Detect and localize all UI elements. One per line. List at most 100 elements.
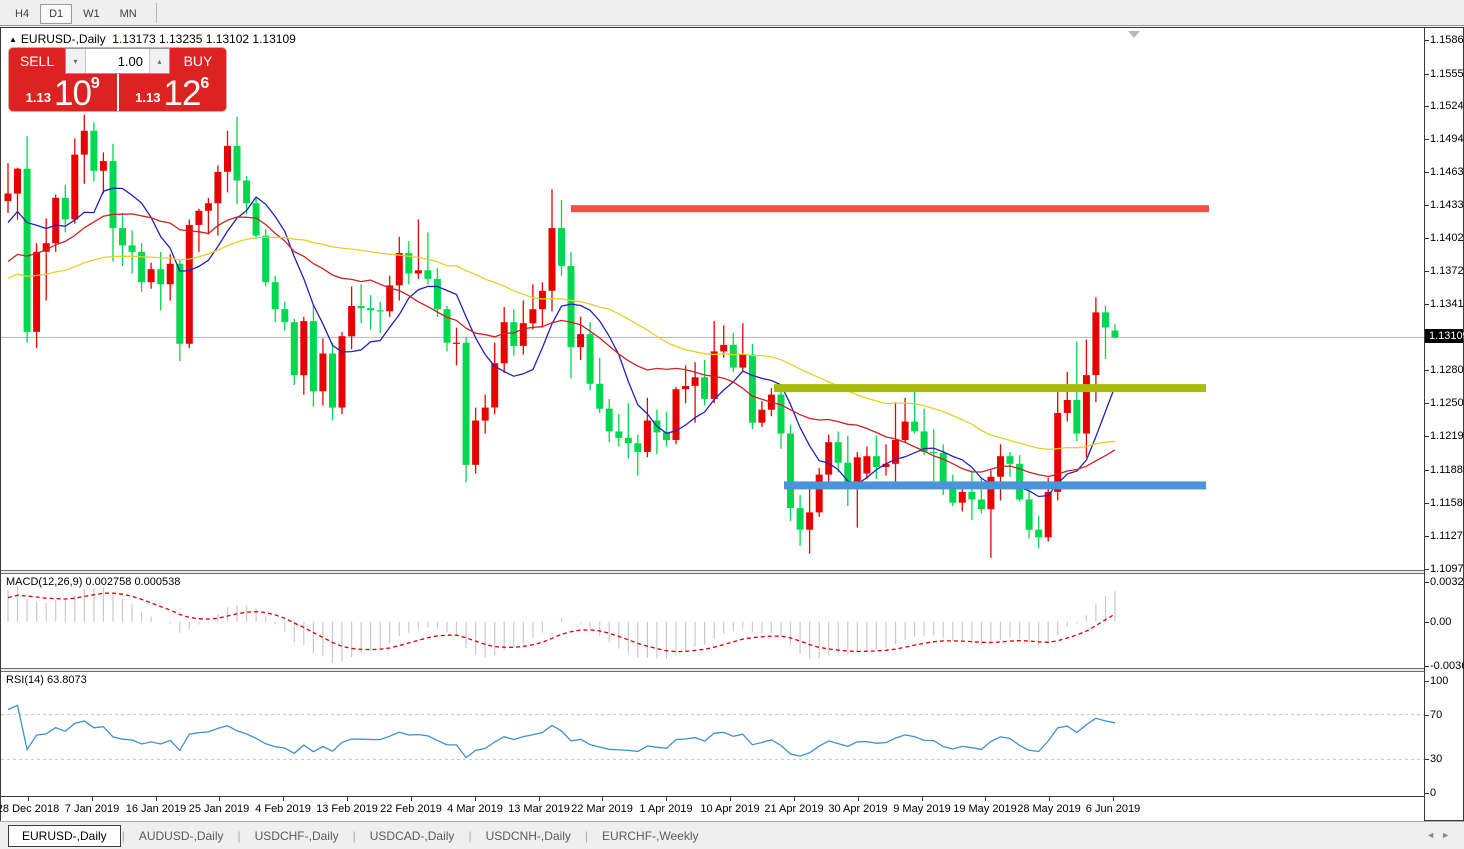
sell-price-pip: 9 <box>91 75 100 93</box>
price-tick-label: 1.14635 <box>1430 166 1464 178</box>
date-tick-label: 1 Apr 2019 <box>639 803 692 815</box>
macd-label: MACD(12,26,9) 0.002758 0.000538 <box>6 576 180 588</box>
timeframe-button-w1[interactable]: W1 <box>74 4 109 24</box>
axis-tick <box>1425 582 1429 583</box>
rsi-plot <box>1 672 1424 796</box>
one-click-trading-panel: SELL ▾ ▴ BUY 1.13 10 9 <box>9 48 226 111</box>
axis-tick <box>1425 536 1429 537</box>
timeframe-button-mn[interactable]: MN <box>111 4 146 24</box>
date-tick <box>283 797 284 801</box>
volume-stepper: ▾ ▴ <box>65 48 170 74</box>
date-tick-label: 4 Feb 2019 <box>255 803 311 815</box>
macd-axis-label: 0.00 <box>1430 616 1451 628</box>
axis-tick <box>1425 40 1429 41</box>
timeframe-button-h4[interactable]: H4 <box>6 4 38 24</box>
tab-separator: | <box>122 829 125 843</box>
sell-price-base: 1.13 <box>26 90 51 105</box>
date-tick-label: 7 Jan 2019 <box>65 803 119 815</box>
axis-tick <box>1425 172 1429 173</box>
date-tick <box>602 797 603 801</box>
date-tick-label: 28 May 2019 <box>1017 803 1081 815</box>
price-tick-label: 1.13720 <box>1430 265 1464 277</box>
date-tick-label: 13 Feb 2019 <box>316 803 378 815</box>
buy-price-big: 12 <box>163 79 200 109</box>
price-tick-label: 1.15860 <box>1430 34 1464 46</box>
date-tick <box>666 797 667 801</box>
date-tick <box>858 797 859 801</box>
volume-increase-icon[interactable]: ▴ <box>149 49 169 73</box>
sell-button[interactable]: SELL <box>9 48 65 74</box>
buy-price-base: 1.13 <box>135 90 160 105</box>
timeframe-button-d1[interactable]: D1 <box>40 4 72 24</box>
tabs-scroll-left-icon[interactable]: ◄ <box>1426 830 1441 840</box>
axis-tick <box>1425 205 1429 206</box>
collapse-triangle-icon[interactable]: ▲ <box>9 35 17 44</box>
date-axis[interactable]: 28 Dec 20187 Jan 201916 Jan 201925 Jan 2… <box>1 796 1424 821</box>
date-tick-label: 19 May 2019 <box>953 803 1017 815</box>
chart-tabs-bar: EURUSD-,Daily|AUDUSD-,Daily|USDCHF-,Dail… <box>0 821 1464 849</box>
date-tick-label: 25 Jan 2019 <box>189 803 250 815</box>
price-tick-label: 1.12195 <box>1430 430 1464 442</box>
toolbar-divider <box>156 3 157 23</box>
buy-button[interactable]: BUY <box>170 48 226 74</box>
date-tick <box>1113 797 1114 801</box>
axis-tick <box>1425 139 1429 140</box>
date-tick-label: 6 Jun 2019 <box>1086 803 1140 815</box>
date-tick <box>219 797 220 801</box>
price-tick-label: 1.14940 <box>1430 133 1464 145</box>
tab-separator: | <box>238 829 241 843</box>
volume-input[interactable] <box>86 49 149 73</box>
chart-shift-marker <box>1128 31 1140 38</box>
chart-tab-usdchf[interactable]: USDCHF-,Daily <box>242 826 352 846</box>
date-tick-label: 9 May 2019 <box>893 803 950 815</box>
axis-tick <box>1425 681 1429 682</box>
price-tick-label: 1.13415 <box>1430 298 1464 310</box>
chart-tab-usdcnh[interactable]: USDCNH-,Daily <box>473 826 584 846</box>
price-tick-label: 1.11885 <box>1430 464 1464 476</box>
rsi-indicator-pane[interactable]: RSI(14) 63.8073 <box>1 672 1424 796</box>
main-chart-surface[interactable]: ▲ EURUSD-,Daily 1.13173 1.13235 1.13102 1… <box>1 28 1424 570</box>
date-tick <box>794 797 795 801</box>
axis-tick <box>1425 503 1429 504</box>
tab-separator: | <box>468 829 471 843</box>
buy-price-tile[interactable]: 1.13 12 6 <box>119 74 227 111</box>
axis-tick <box>1425 470 1429 471</box>
macd-plot <box>1 574 1424 668</box>
date-tick-label: 21 Apr 2019 <box>764 803 823 815</box>
volume-decrease-icon[interactable]: ▾ <box>66 49 86 73</box>
current-price-box: 1.13109 <box>1425 329 1463 343</box>
macd-axis-label: -0.003659 <box>1430 660 1464 672</box>
axis-tick <box>1425 666 1429 667</box>
sell-price-tile[interactable]: 1.13 10 9 <box>9 74 117 111</box>
axis-tick <box>1425 74 1429 75</box>
price-axis[interactable]: 1.158601.155501.152451.149401.146351.143… <box>1425 28 1463 820</box>
price-tick-label: 1.15245 <box>1430 100 1464 112</box>
date-tick-label: 10 Apr 2019 <box>700 803 759 815</box>
axis-tick <box>1425 403 1429 404</box>
rsi-label: RSI(14) 63.8073 <box>6 674 87 686</box>
date-tick-label: 30 Apr 2019 <box>828 803 887 815</box>
chart-tab-eurchf[interactable]: EURCHF-,Weekly <box>589 826 711 846</box>
chart-title: ▲ EURUSD-,Daily 1.13173 1.13235 1.13102 1… <box>9 32 296 46</box>
date-tick <box>475 797 476 801</box>
date-tick-label: 28 Dec 2018 <box>0 803 59 815</box>
axis-tick <box>1425 622 1429 623</box>
chart-tab-audusd[interactable]: AUDUSD-,Daily <box>126 826 237 846</box>
chart-symbol-label: EURUSD-,Daily <box>21 32 106 46</box>
macd-indicator-pane[interactable]: MACD(12,26,9) 0.002758 0.000538 <box>1 574 1424 668</box>
tabs-scroll-right-icon[interactable]: ► <box>1441 830 1456 840</box>
chart-tab-usdcad[interactable]: USDCAD-,Daily <box>357 826 468 846</box>
date-tick-label: 13 Mar 2019 <box>508 803 570 815</box>
date-tick <box>411 797 412 801</box>
chart-tab-eurusd[interactable]: EURUSD-,Daily <box>8 825 121 847</box>
axis-tick <box>1425 106 1429 107</box>
date-tick <box>28 797 29 801</box>
chart-ohlc-values: 1.13173 1.13235 1.13102 1.13109 <box>112 32 296 46</box>
axis-tick <box>1425 759 1429 760</box>
macd-axis-label: 0.003287 <box>1430 576 1464 588</box>
axis-tick <box>1425 238 1429 239</box>
price-tick-label: 1.11580 <box>1430 497 1464 509</box>
chart-window: ▲ EURUSD-,Daily 1.13173 1.13235 1.13102 1… <box>0 27 1464 821</box>
rsi-axis-label: 70 <box>1430 709 1442 721</box>
tab-separator: | <box>353 829 356 843</box>
